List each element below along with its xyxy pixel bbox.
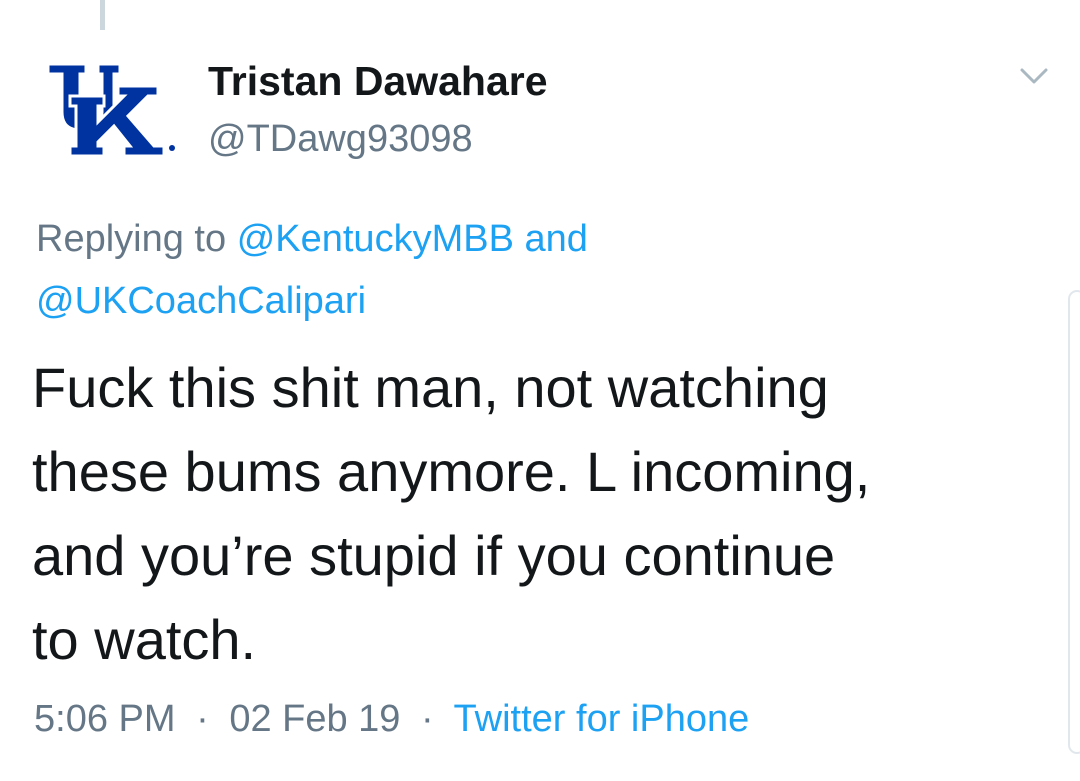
tweet-text-line: Fuck this shit man, not watching (32, 356, 829, 419)
replying-to-line-2: @UKCoachCalipari (36, 280, 1036, 323)
scrollbar[interactable] (1068, 290, 1080, 754)
replying-to-prefix: Replying to (36, 218, 227, 260)
author-handle[interactable]: @TDawg93098 (208, 118, 473, 161)
thread-connector-line (100, 0, 105, 30)
tweet-time[interactable]: 5:06 PM (34, 698, 176, 740)
tweet-more-menu-button[interactable] (1014, 62, 1054, 92)
meta-separator: · (421, 698, 434, 740)
chevron-down-icon (1020, 68, 1048, 84)
tweet-body: Fuck this shit man, not watching these b… (32, 346, 1042, 682)
tweet-text-line: these bums anymore. L incoming, (32, 440, 871, 503)
tweet-date[interactable]: 02 Feb 19 (229, 698, 400, 740)
replying-to-line: Replying to @KentuckyMBB and (36, 218, 1036, 261)
replying-to-conjunction[interactable]: and (524, 218, 587, 260)
tweet-text-line: and you’re stupid if you continue (32, 524, 836, 587)
kentucky-uk-logo-icon (46, 62, 175, 158)
tweet-detail-view: Tristan Dawahare @TDawg93098 Replying to… (0, 0, 1080, 781)
tweet-meta: 5:06 PM · 02 Feb 19 · Twitter for iPhone (34, 698, 749, 741)
mention-ukcoachcalipari[interactable]: @UKCoachCalipari (36, 280, 366, 322)
tweet-source-link[interactable]: Twitter for iPhone (454, 698, 750, 740)
mention-kentuckymbb[interactable]: @KentuckyMBB (237, 218, 514, 260)
meta-separator: · (196, 698, 209, 740)
tweet-text-line: to watch. (32, 608, 257, 671)
avatar[interactable] (40, 60, 180, 160)
author-display-name[interactable]: Tristan Dawahare (208, 58, 548, 105)
